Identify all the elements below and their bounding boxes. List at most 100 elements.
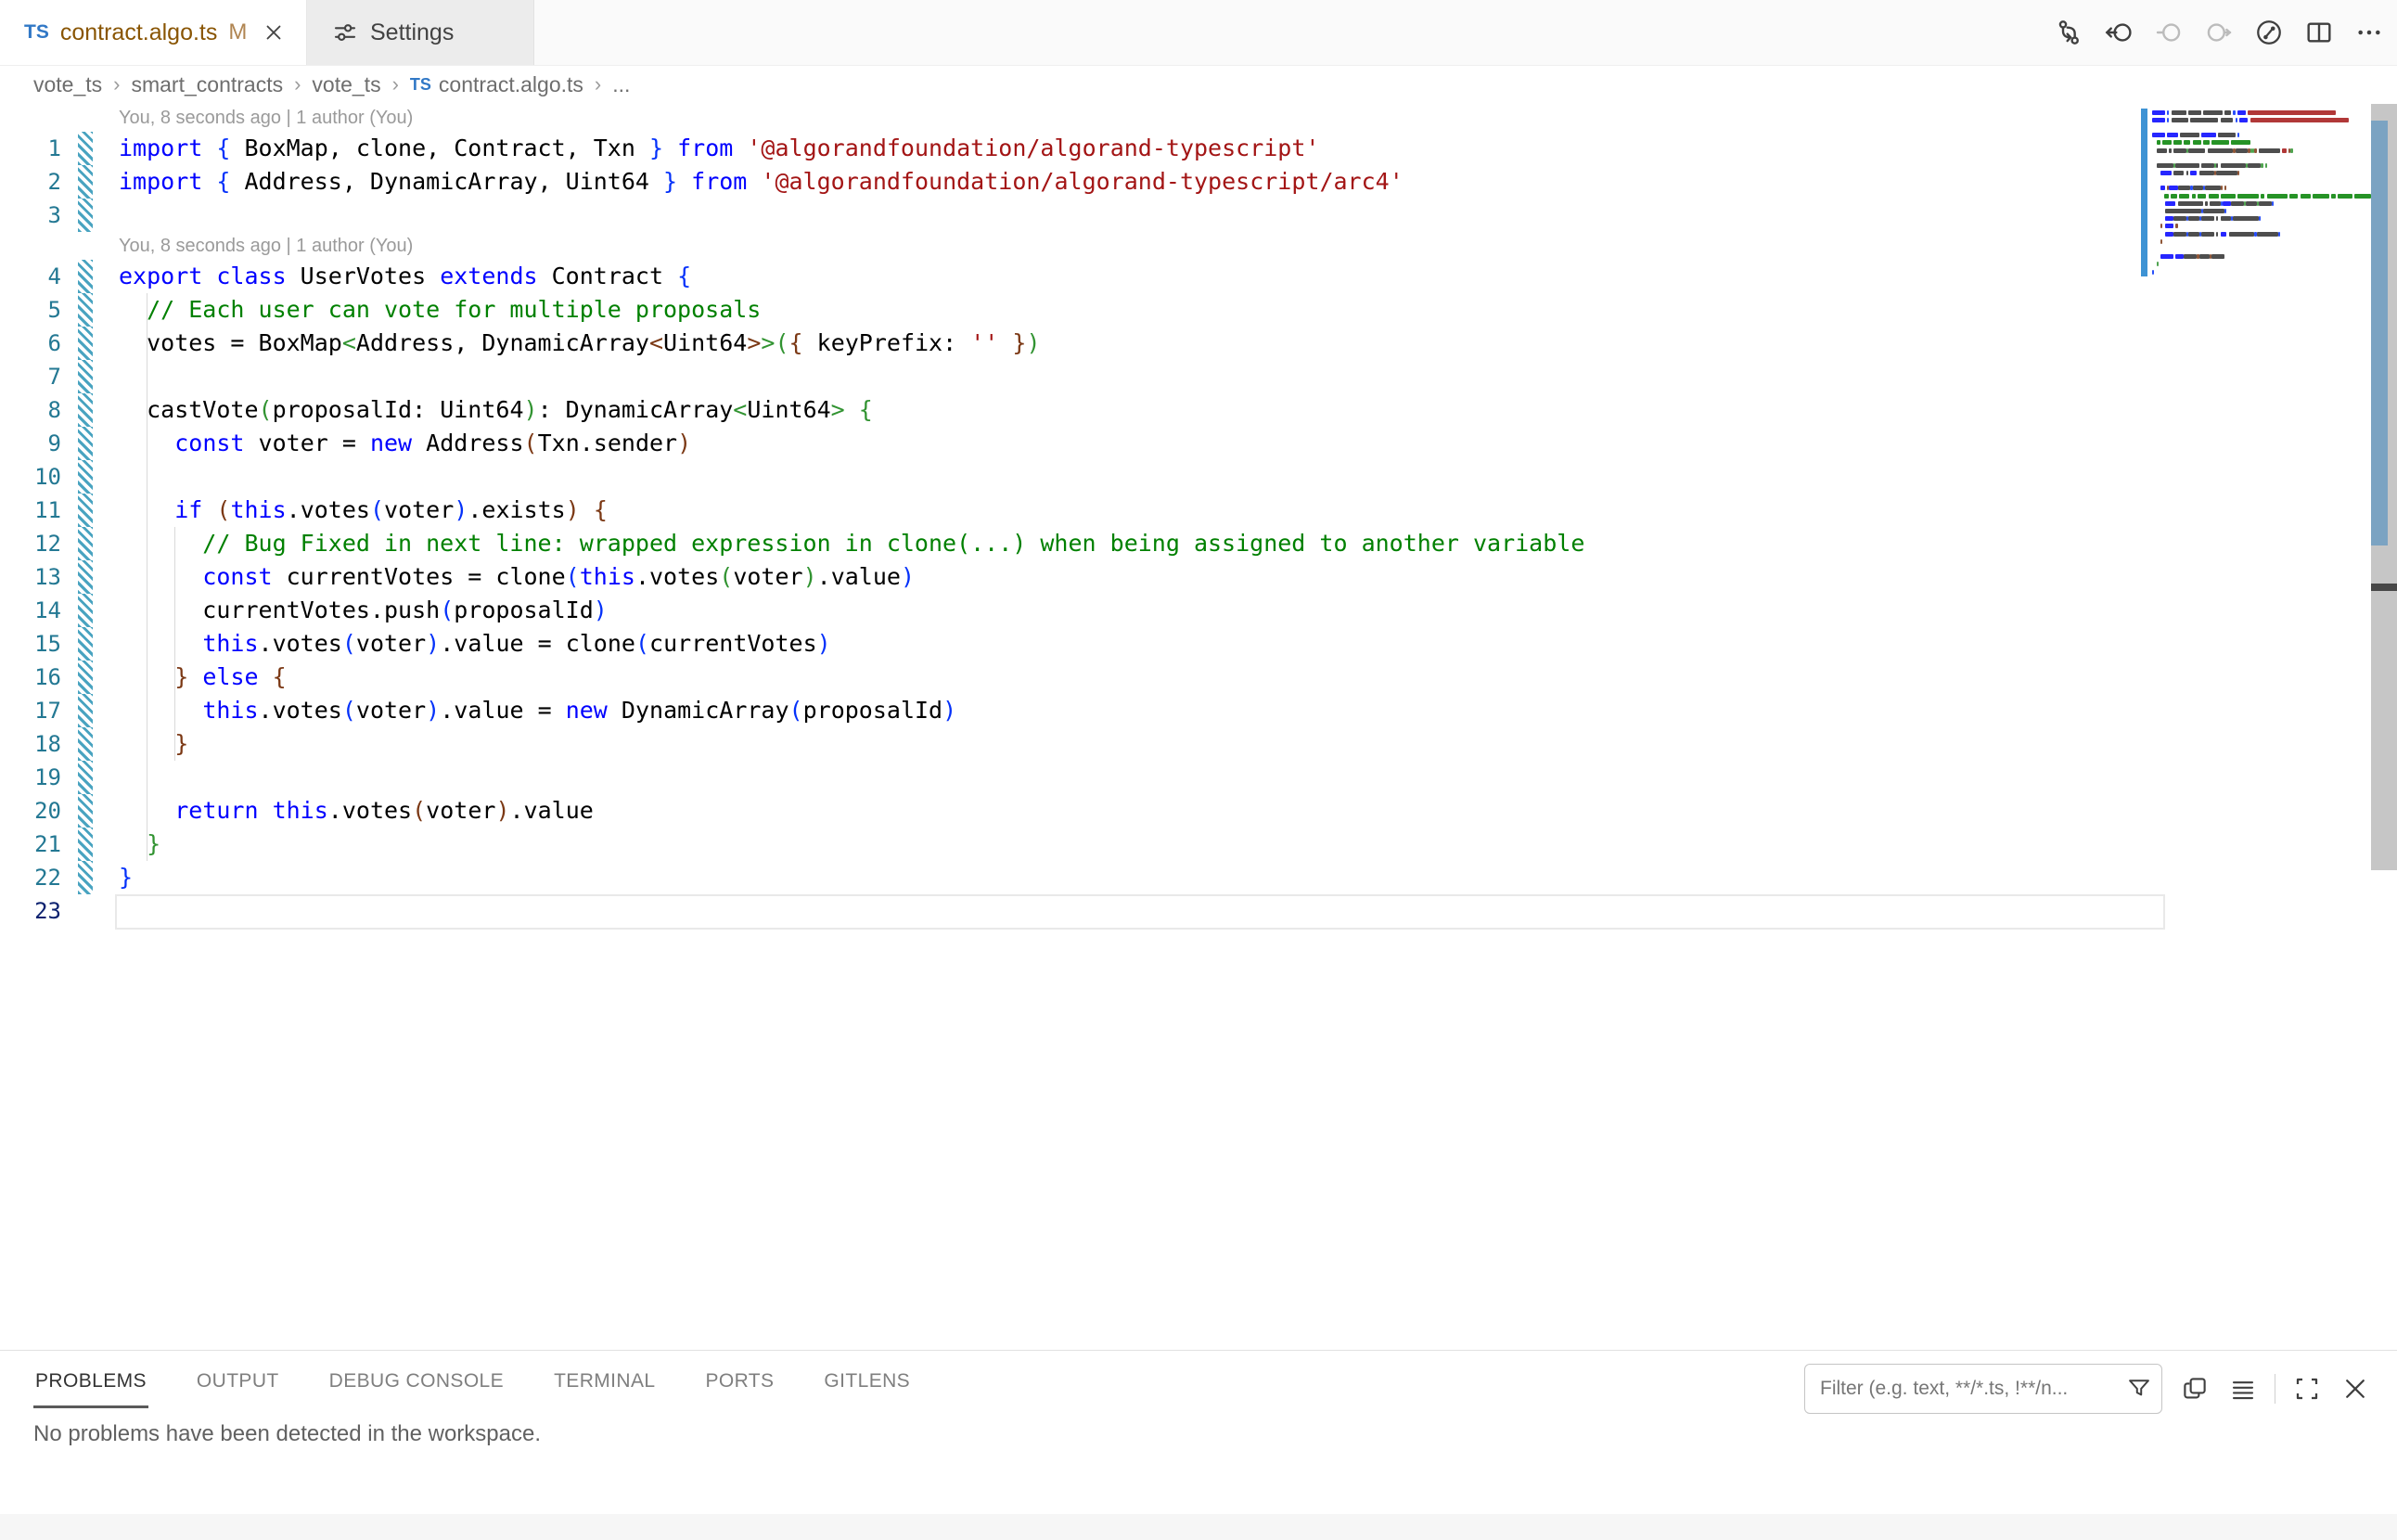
view-as-list-icon[interactable] [2226, 1372, 2260, 1405]
maximize-panel-icon[interactable] [2290, 1372, 2324, 1405]
code-line[interactable]: 12 // Bug Fixed in next line: wrapped ex… [0, 527, 2141, 560]
code-text[interactable] [93, 360, 2141, 393]
code-line[interactable]: 11 if (this.votes(voter).exists) { [0, 494, 2141, 527]
close-tab-icon[interactable] [262, 20, 286, 45]
line-number[interactable]: 16 [0, 661, 72, 694]
line-number[interactable]: 2 [0, 165, 72, 199]
commit-graph-icon[interactable] [2254, 18, 2284, 47]
line-number[interactable]: 22 [0, 861, 72, 894]
previous-change-icon[interactable] [2154, 18, 2184, 47]
code-line[interactable]: 22} [0, 861, 2141, 894]
code-text[interactable]: votes = BoxMap<Address, DynamicArray<Uin… [93, 327, 2141, 360]
copy-results-icon[interactable] [2178, 1372, 2211, 1405]
filter-funnel-icon[interactable] [2122, 1376, 2156, 1402]
line-number[interactable]: 17 [0, 694, 72, 727]
code-line[interactable]: 20 return this.votes(voter).value [0, 794, 2141, 828]
code-text[interactable]: } [93, 828, 2141, 861]
panel-tab-problems[interactable]: PROBLEMS [33, 1354, 148, 1408]
code-text[interactable]: this.votes(voter).value = clone(currentV… [93, 627, 2141, 661]
tab-contract-algo-ts[interactable]: TS contract.algo.ts M [0, 0, 307, 65]
code-text[interactable]: // Each user can vote for multiple propo… [93, 293, 2141, 327]
split-editor-icon[interactable] [2304, 18, 2334, 47]
line-number[interactable]: 10 [0, 460, 72, 494]
open-previous-change-icon[interactable] [2104, 18, 2134, 47]
close-panel-icon[interactable] [2339, 1372, 2372, 1405]
minimap-code [2152, 109, 2371, 276]
compare-changes-icon[interactable] [2054, 18, 2083, 47]
code-text[interactable] [93, 761, 2141, 794]
line-number[interactable]: 9 [0, 427, 72, 460]
line-number[interactable]: 4 [0, 260, 72, 293]
panel-tab-gitlens[interactable]: GITLENS [822, 1354, 912, 1408]
breadcrumb-item[interactable]: TScontract.algo.ts [410, 72, 583, 97]
breadcrumb-item[interactable]: vote_ts [312, 72, 380, 97]
code-line[interactable]: 2 import { Address, DynamicArray, Uint64 … [0, 165, 2141, 199]
tab-settings[interactable]: Settings [307, 0, 534, 65]
breadcrumb-item[interactable]: ... [612, 72, 630, 97]
code-line[interactable]: 4 export class UserVotes extends Contract… [0, 260, 2141, 293]
codelens-annotation[interactable]: You, 8 seconds ago | 1 author (You) [0, 104, 2141, 132]
line-number[interactable]: 19 [0, 761, 72, 794]
code-text[interactable]: const currentVotes = clone(this.votes(vo… [93, 560, 2141, 594]
code-line[interactable]: 13 const currentVotes = clone(this.votes… [0, 560, 2141, 594]
breadcrumb-item[interactable]: smart_contracts [131, 72, 283, 97]
panel-tab-terminal[interactable]: TERMINAL [552, 1354, 657, 1408]
code-line[interactable]: 8 castVote(proposalId: Uint64): DynamicA… [0, 393, 2141, 427]
code-text[interactable]: import { BoxMap, clone, Contract, Txn } … [93, 132, 2141, 165]
line-number[interactable]: 3 [0, 199, 72, 232]
code-text[interactable]: import { Address, DynamicArray, Uint64 }… [93, 165, 2141, 199]
codelens-annotation[interactable]: You, 8 seconds ago | 1 author (You) [0, 232, 2141, 260]
code-text[interactable]: } else { [93, 661, 2141, 694]
problems-filter-input[interactable] [1805, 1378, 2122, 1400]
line-number[interactable]: 21 [0, 828, 72, 861]
line-number[interactable]: 14 [0, 594, 72, 627]
code-line[interactable]: 7 [0, 360, 2141, 393]
line-number[interactable]: 5 [0, 293, 72, 327]
code-line[interactable]: 9 const voter = new Address(Txn.sender) [0, 427, 2141, 460]
code-text[interactable]: this.votes(voter).value = new DynamicArr… [93, 694, 2141, 727]
code-text[interactable]: return this.votes(voter).value [93, 794, 2141, 828]
line-number[interactable]: 6 [0, 327, 72, 360]
breadcrumb-item[interactable]: vote_ts [33, 72, 102, 97]
code-line[interactable]: 1 import { BoxMap, clone, Contract, Txn }… [0, 132, 2141, 165]
breadcrumb-separator: › [113, 72, 120, 96]
code-text[interactable]: export class UserVotes extends Contract … [93, 260, 2141, 293]
code-line[interactable]: 10 [0, 460, 2141, 494]
code-line[interactable]: 18 } [0, 727, 2141, 761]
line-number[interactable]: 13 [0, 560, 72, 594]
next-change-icon[interactable] [2204, 18, 2234, 47]
code-editor[interactable]: You, 8 seconds ago | 1 author (You)1impo… [0, 104, 2397, 1350]
minimap[interactable] [2141, 104, 2371, 1350]
code-line[interactable]: 21 } [0, 828, 2141, 861]
panel-tab-debug-console[interactable]: DEBUG CONSOLE [327, 1354, 506, 1408]
more-actions-icon[interactable] [2354, 18, 2384, 47]
code-line[interactable]: 15 this.votes(voter).value = clone(curre… [0, 627, 2141, 661]
code-line[interactable]: 16 } else { [0, 661, 2141, 694]
line-number[interactable]: 11 [0, 494, 72, 527]
panel-tab-output[interactable]: OUTPUT [195, 1354, 281, 1408]
line-number[interactable]: 1 [0, 132, 72, 165]
line-number[interactable]: 20 [0, 794, 72, 828]
line-number[interactable]: 15 [0, 627, 72, 661]
code-text[interactable]: // Bug Fixed in next line: wrapped expre… [93, 527, 2141, 560]
line-number[interactable]: 12 [0, 527, 72, 560]
line-number[interactable]: 18 [0, 727, 72, 761]
line-number[interactable]: 7 [0, 360, 72, 393]
code-line[interactable]: 6 votes = BoxMap<Address, DynamicArray<U… [0, 327, 2141, 360]
code-text[interactable]: } [93, 727, 2141, 761]
code-text[interactable]: currentVotes.push(proposalId) [93, 594, 2141, 627]
code-line[interactable]: 3 [0, 199, 2141, 232]
code-text[interactable]: } [93, 861, 2141, 894]
code-line[interactable]: 5 // Each user can vote for multiple pro… [0, 293, 2141, 327]
code-text[interactable]: const voter = new Address(Txn.sender) [93, 427, 2141, 460]
code-line[interactable]: 14 currentVotes.push(proposalId) [0, 594, 2141, 627]
code-text[interactable]: if (this.votes(voter).exists) { [93, 494, 2141, 527]
code-text[interactable] [93, 199, 2141, 232]
line-number[interactable]: 23 [0, 894, 72, 928]
code-text[interactable] [93, 460, 2141, 494]
code-line[interactable]: 19 [0, 761, 2141, 794]
code-line[interactable]: 17 this.votes(voter).value = new Dynamic… [0, 694, 2141, 727]
code-text[interactable]: castVote(proposalId: Uint64): DynamicArr… [93, 393, 2141, 427]
line-number[interactable]: 8 [0, 393, 72, 427]
panel-tab-ports[interactable]: PORTS [703, 1354, 776, 1408]
